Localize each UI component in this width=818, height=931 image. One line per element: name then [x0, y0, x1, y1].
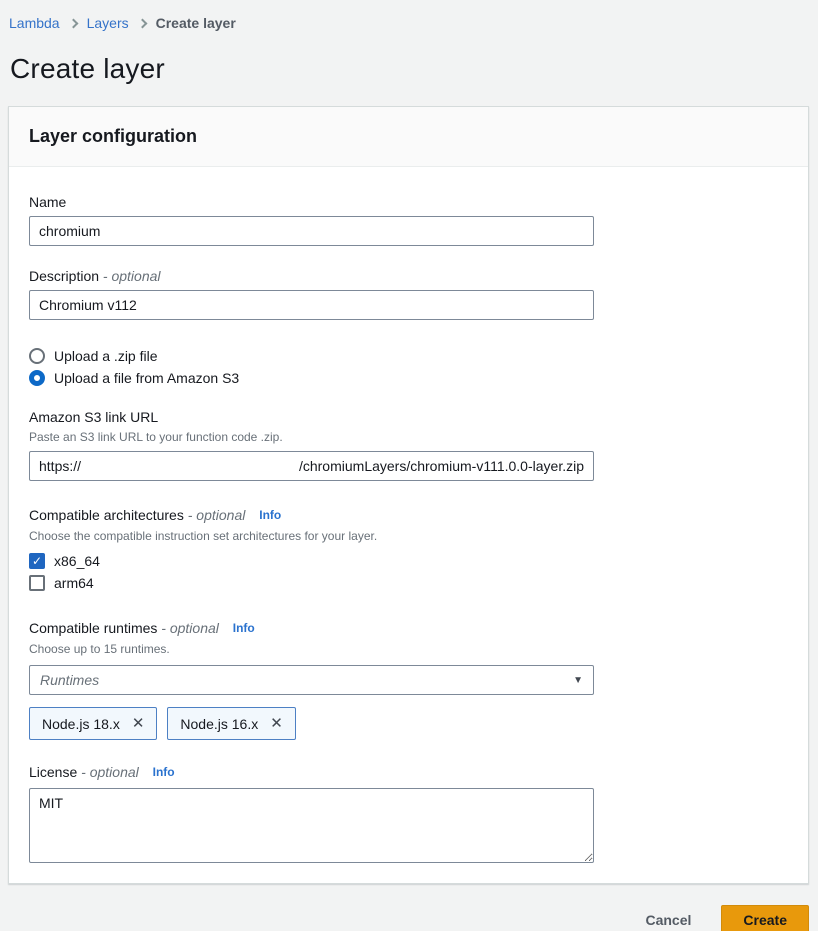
runtimes-select[interactable]: Runtimes ▼ [29, 665, 594, 695]
panel-body: Name Description - optional Upload a .zi… [9, 167, 808, 883]
runtime-token-nodejs18: Node.js 18.x ✕ [29, 707, 157, 740]
remove-token-icon[interactable]: ✕ [270, 716, 283, 731]
architectures-field-group: Compatible architectures - optional Info… [29, 505, 788, 594]
license-field-group: License - optional Info MIT [29, 762, 788, 863]
s3-url-field-group: Amazon S3 link URL Paste an S3 link URL … [29, 407, 788, 481]
description-label: Description - optional [29, 266, 788, 286]
name-label: Name [29, 192, 788, 212]
runtimes-label-text: Compatible runtimes [29, 620, 157, 636]
license-textarea[interactable]: MIT [29, 788, 594, 863]
checkbox-unchecked-icon[interactable] [29, 575, 45, 591]
runtime-token-label: Node.js 16.x [180, 716, 258, 732]
checkbox-row-arm64[interactable]: arm64 [29, 572, 788, 594]
runtimes-optional-text: - optional [161, 620, 219, 636]
page-title: Create layer [0, 31, 818, 85]
chevron-down-icon: ▼ [573, 675, 583, 686]
breadcrumb-current: Create layer [156, 15, 236, 31]
form-actions: Cancel Create [8, 884, 809, 931]
architectures-checkbox-group: ✓ x86_64 arm64 [29, 550, 788, 594]
runtimes-help-text: Choose up to 15 runtimes. [29, 641, 788, 657]
runtimes-select-placeholder: Runtimes [40, 672, 99, 688]
runtime-token-nodejs16: Node.js 16.x ✕ [167, 707, 295, 740]
architectures-info-link[interactable]: Info [259, 508, 281, 522]
panel-header: Layer configuration [9, 107, 808, 167]
radio-upload-zip[interactable]: Upload a .zip file [29, 348, 788, 364]
runtimes-field-group: Compatible runtimes - optional Info Choo… [29, 618, 788, 740]
s3-url-prefix: https:// [39, 458, 81, 474]
remove-token-icon[interactable]: ✕ [132, 716, 145, 731]
radio-upload-zip-label: Upload a .zip file [54, 348, 158, 364]
radio-unselected-icon[interactable] [29, 348, 45, 364]
upload-source-radio-group: Upload a .zip file Upload a file from Am… [29, 348, 788, 386]
license-info-link[interactable]: Info [153, 765, 175, 779]
s3-url-help-text: Paste an S3 link URL to your function co… [29, 429, 788, 445]
runtimes-info-link[interactable]: Info [233, 621, 255, 635]
name-field-group: Name [29, 192, 788, 246]
radio-selected-icon[interactable] [29, 370, 45, 386]
s3-url-suffix: /chromiumLayers/chromium-v111.0.0-layer.… [299, 458, 584, 474]
architectures-label-text: Compatible architectures [29, 507, 184, 523]
panel-title: Layer configuration [29, 126, 197, 146]
s3-url-input[interactable]: https:// /chromiumLayers/chromium-v111.0… [29, 451, 594, 481]
breadcrumb-link-lambda[interactable]: Lambda [9, 15, 60, 31]
description-input[interactable] [29, 290, 594, 320]
checkbox-arm64-label: arm64 [54, 575, 94, 591]
runtimes-token-list: Node.js 18.x ✕ Node.js 16.x ✕ [29, 707, 788, 740]
radio-upload-s3-label: Upload a file from Amazon S3 [54, 370, 239, 386]
checkbox-row-x86_64[interactable]: ✓ x86_64 [29, 550, 788, 572]
runtimes-label: Compatible runtimes - optional Info [29, 618, 788, 639]
license-optional-text: - optional [81, 764, 139, 780]
radio-upload-s3[interactable]: Upload a file from Amazon S3 [29, 370, 788, 386]
breadcrumb-link-layers[interactable]: Layers [87, 15, 129, 31]
description-optional-text: - optional [103, 268, 161, 284]
name-input[interactable] [29, 216, 594, 246]
breadcrumb: Lambda Layers Create layer [0, 0, 818, 31]
architectures-optional-text: - optional [188, 507, 246, 523]
architectures-help-text: Choose the compatible instruction set ar… [29, 528, 788, 544]
runtime-token-label: Node.js 18.x [42, 716, 120, 732]
create-button[interactable]: Create [721, 905, 809, 931]
layer-configuration-panel: Layer configuration Name Description - o… [8, 106, 809, 884]
cancel-button[interactable]: Cancel [641, 906, 695, 931]
description-label-text: Description [29, 268, 99, 284]
checkbox-checked-icon[interactable]: ✓ [29, 553, 45, 569]
architectures-label: Compatible architectures - optional Info [29, 505, 788, 526]
breadcrumb-separator-icon [137, 18, 147, 28]
breadcrumb-separator-icon [68, 18, 78, 28]
s3-url-label: Amazon S3 link URL [29, 407, 788, 427]
license-label: License - optional Info [29, 762, 788, 783]
description-field-group: Description - optional [29, 266, 788, 320]
license-label-text: License [29, 764, 77, 780]
checkbox-x86_64-label: x86_64 [54, 553, 100, 569]
